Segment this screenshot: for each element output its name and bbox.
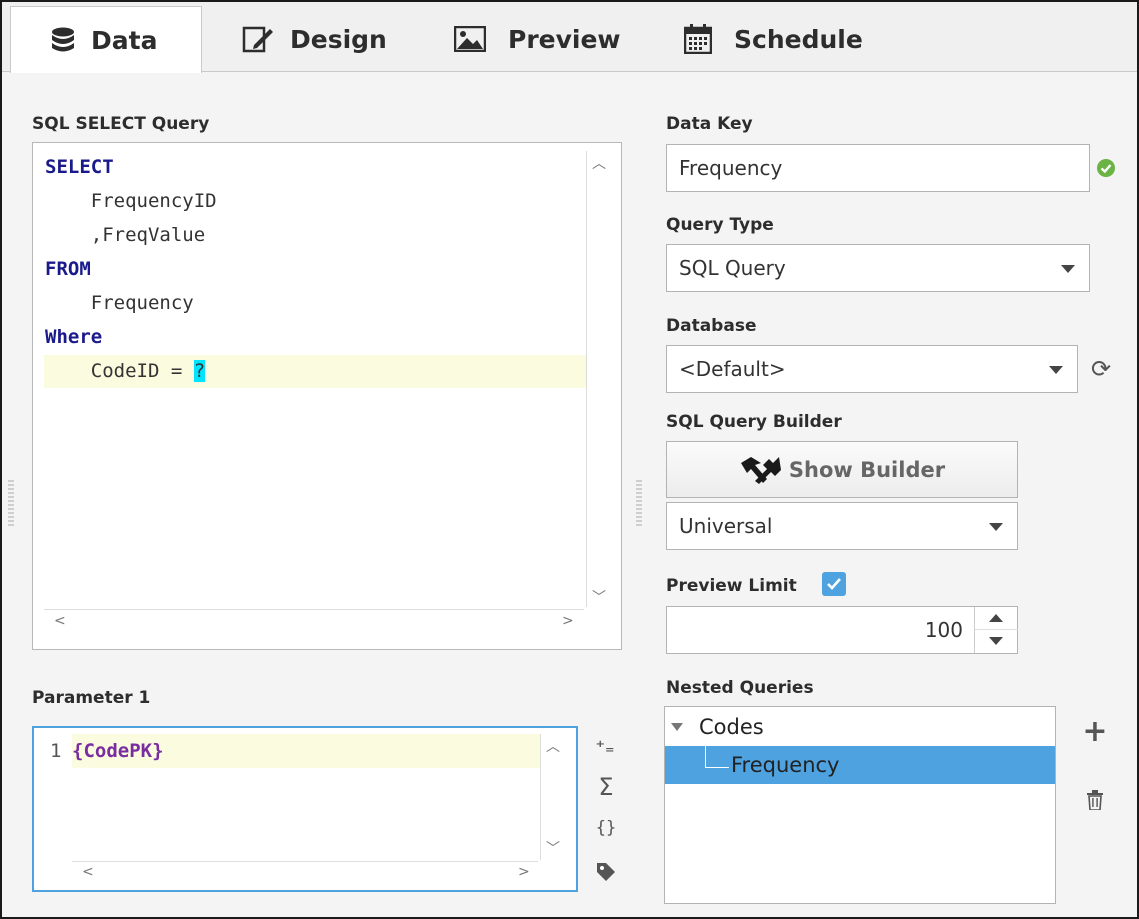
tab-design[interactable]: Design (242, 6, 387, 72)
checkmark-icon (827, 578, 841, 590)
braces-icon[interactable]: {} (592, 814, 620, 842)
tree-item-codes[interactable]: Codes (665, 709, 1055, 745)
dialect-value: Universal (679, 514, 773, 538)
query-type-value: SQL Query (679, 256, 786, 280)
parameter-label: Parameter 1 (32, 688, 151, 708)
query-builder-label: SQL Query Builder (666, 412, 842, 432)
tag-icon[interactable] (594, 860, 618, 884)
code-line-6: Where (45, 326, 103, 348)
tab-data-label: Data (91, 25, 158, 55)
preview-limit-checkbox[interactable] (822, 572, 846, 596)
scroll-right-icon[interactable]: > (518, 865, 530, 879)
sql-query-label: SQL SELECT Query (32, 114, 210, 134)
horizontal-scrollbar[interactable]: < > (72, 861, 538, 883)
scroll-down-icon[interactable]: ﹀ (546, 842, 560, 856)
code-line-7: CodeID = (45, 360, 194, 382)
database-select[interactable]: <Default> (666, 345, 1078, 393)
code-line-4: FROM (45, 258, 91, 280)
scroll-left-icon[interactable]: < (54, 614, 66, 628)
chevron-down-icon (1061, 265, 1075, 273)
database-icon (52, 27, 74, 52)
sigma-icon[interactable]: Σ (594, 772, 618, 802)
vertical-scrollbar[interactable]: ︿ ﹀ (540, 734, 564, 860)
line-number: 1 (50, 740, 62, 762)
chevron-up-icon (989, 614, 1003, 622)
tab-schedule[interactable]: Schedule (684, 6, 863, 72)
tab-schedule-label: Schedule (734, 24, 863, 54)
chevron-down-icon (989, 637, 1003, 645)
database-value: <Default> (679, 357, 786, 381)
increment-button[interactable] (975, 607, 1018, 630)
tab-preview[interactable]: Preview (454, 6, 621, 72)
parameter-editor[interactable]: 1 {CodePK} ︿ ﹀ < > (32, 726, 578, 892)
scroll-up-icon[interactable]: ︿ (592, 157, 606, 171)
middle-splitter-grip[interactable] (636, 480, 642, 528)
code-line-3: ,FreqValue (45, 224, 206, 246)
nested-queries-tree[interactable]: Codes Frequency (664, 706, 1056, 904)
tab-design-label: Design (290, 24, 387, 54)
valid-check-icon (1096, 158, 1116, 178)
tree-item-codes-label: Codes (699, 715, 764, 739)
code-line-1: SELECT (45, 156, 114, 178)
caret-down-icon[interactable] (671, 723, 683, 731)
query-type-label: Query Type (666, 215, 774, 235)
tab-data[interactable]: Data (10, 6, 202, 73)
dialect-select[interactable]: Universal (666, 502, 1018, 550)
tree-connector (705, 746, 729, 768)
scroll-right-icon[interactable]: > (562, 614, 574, 628)
show-builder-label: Show Builder (788, 457, 946, 482)
add-icon[interactable]: + (1082, 714, 1108, 749)
report-data-panel: Data Design Preview Schedule SQL SELECT … (0, 0, 1139, 919)
chevron-down-icon (1049, 366, 1063, 374)
scroll-left-icon[interactable]: < (82, 865, 94, 879)
parameter-expression[interactable]: {CodePK} (72, 734, 164, 768)
code-line-2: FrequencyID (45, 190, 217, 212)
show-builder-button[interactable]: Show Builder (666, 441, 1018, 498)
parameter-placeholder[interactable]: ? (193, 360, 206, 382)
tree-item-frequency[interactable]: Frequency (665, 746, 1055, 784)
chevron-down-icon (989, 523, 1003, 531)
add-operator-icon[interactable]: ⁺₌ (592, 732, 618, 762)
preview-limit-spinner[interactable]: 100 (666, 606, 1018, 654)
sql-code[interactable]: SELECT FrequencyID ,FreqValue FROM Frequ… (45, 150, 217, 388)
preview-limit-label: Preview Limit (666, 576, 797, 596)
calendar-icon (684, 24, 712, 54)
nested-queries-label: Nested Queries (666, 678, 814, 698)
scroll-down-icon[interactable]: ﹀ (592, 591, 606, 605)
tree-item-frequency-label: Frequency (731, 753, 840, 777)
scroll-up-icon[interactable]: ︿ (546, 740, 560, 754)
refresh-icon[interactable]: ⟳ (1088, 355, 1114, 383)
database-label: Database (666, 316, 757, 336)
data-key-label: Data Key (666, 114, 753, 134)
trash-icon[interactable] (1084, 788, 1106, 812)
sql-query-editor[interactable]: SELECT FrequencyID ,FreqValue FROM Frequ… (32, 142, 622, 650)
tools-icon (740, 456, 781, 484)
query-type-select[interactable]: SQL Query (666, 244, 1090, 292)
decrement-button[interactable] (975, 630, 1018, 653)
tab-bar: Data Design Preview Schedule (2, 2, 1137, 73)
image-icon (454, 26, 486, 52)
data-key-input[interactable]: Frequency (666, 144, 1090, 192)
preview-limit-value: 100 (924, 618, 963, 642)
edit-icon (242, 26, 273, 53)
code-line-5: Frequency (45, 292, 194, 314)
vertical-scrollbar[interactable]: ︿ ﹀ (586, 151, 610, 607)
left-splitter-grip[interactable] (8, 480, 14, 526)
horizontal-scrollbar[interactable]: < > (44, 609, 584, 633)
spinner-buttons (974, 607, 1018, 653)
tab-preview-label: Preview (508, 24, 621, 54)
